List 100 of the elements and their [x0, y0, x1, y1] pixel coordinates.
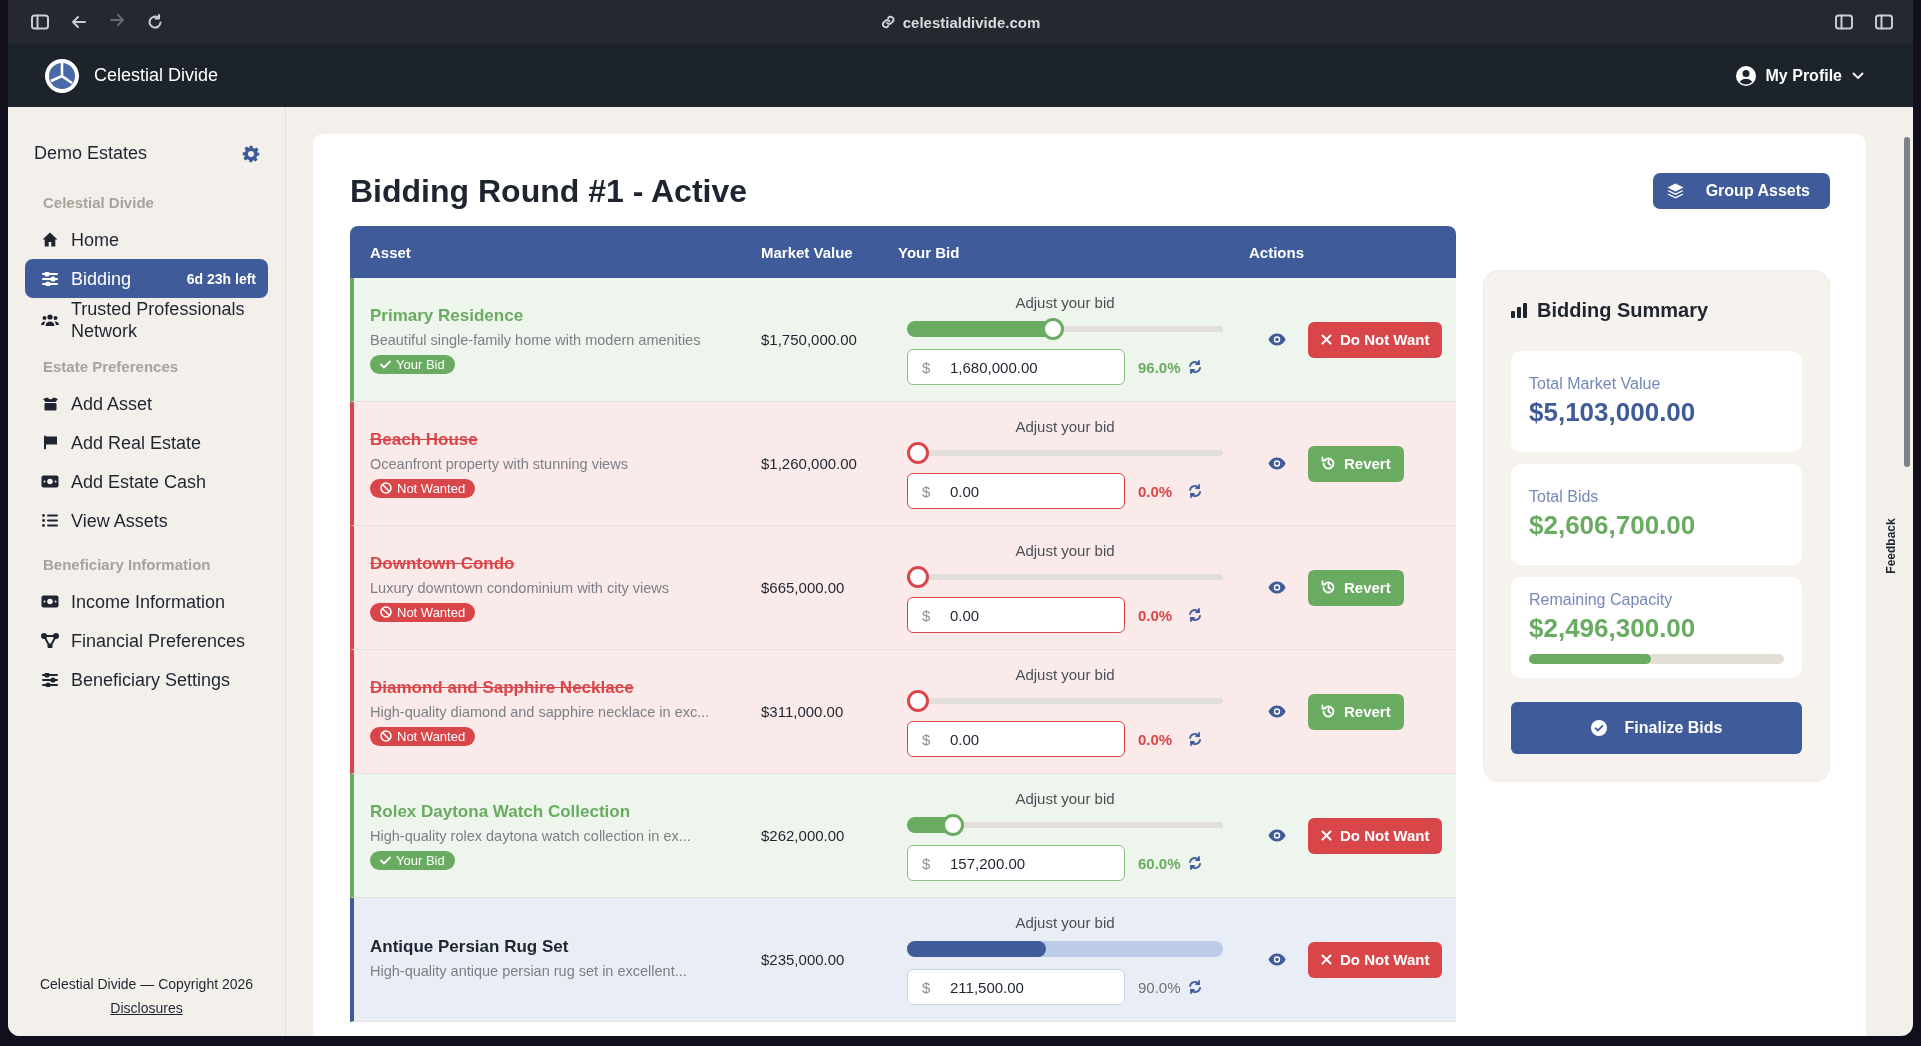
eye-icon[interactable]	[1268, 953, 1286, 966]
refresh-icon[interactable]	[1188, 980, 1202, 994]
scrollbar[interactable]	[1904, 137, 1910, 467]
column-header: Actions	[1248, 243, 1305, 261]
market-value: $665,000.00	[761, 579, 845, 596]
group-assets-button[interactable]: Group Assets	[1652, 173, 1830, 209]
feedback-tab[interactable]: Feedback	[1884, 516, 1898, 576]
asset-name: Diamond and Sapphire Necklace	[370, 677, 634, 698]
sliders-icon	[42, 271, 58, 286]
bid-slider[interactable]	[907, 318, 1223, 340]
eye-icon[interactable]	[1268, 581, 1286, 594]
nav-item[interactable]: Add Asset	[25, 384, 268, 423]
bid-percentage: 0.0%	[1138, 482, 1174, 500]
nav-item[interactable]: Trusted Professionals Network	[25, 298, 268, 342]
slider-thumb[interactable]	[907, 442, 929, 464]
copyright-text: Celestial Divide — Copyright 2026	[38, 975, 255, 994]
sliders-icon	[42, 672, 58, 687]
refresh-icon[interactable]	[1188, 856, 1202, 870]
asset-description: High-quality antique persian rug set in excellent...	[370, 962, 687, 981]
close-icon	[1321, 334, 1332, 345]
nav-item[interactable]: Beneficiary Settings	[25, 660, 268, 699]
reload-icon[interactable]	[147, 14, 163, 30]
column-header: Market Value	[760, 243, 854, 261]
slider-thumb[interactable]	[907, 690, 929, 712]
do-not-want-button[interactable]: Do Not Want	[1308, 941, 1443, 978]
back-icon[interactable]	[71, 14, 87, 30]
nav-item[interactable]: Income Information	[25, 582, 268, 621]
bid-slider[interactable]	[907, 442, 1223, 464]
slider-thumb[interactable]	[907, 566, 929, 588]
eye-icon[interactable]	[1268, 333, 1286, 346]
stat-label: Total Market Value	[1529, 375, 1662, 393]
section-heading: Estate Preferences	[43, 358, 180, 375]
do-not-want-button[interactable]: Do Not Want	[1308, 817, 1443, 854]
profile-menu[interactable]: My Profile	[1729, 64, 1870, 87]
asset-name: Downtown Condo	[370, 553, 515, 574]
nav-item[interactable]: Home	[25, 220, 268, 259]
section-heading: Celestial Divide	[43, 194, 155, 211]
address-bar[interactable]: celestialdivide.com	[902, 13, 1041, 31]
asset-name: Rolex Daytona Watch Collection	[370, 801, 631, 822]
slider-thumb[interactable]	[942, 814, 965, 836]
do-not-want-button[interactable]: Do Not Want	[1308, 321, 1443, 358]
eye-icon[interactable]	[1268, 457, 1286, 470]
refresh-icon[interactable]	[1188, 732, 1202, 746]
eye-icon[interactable]	[1268, 829, 1286, 842]
bid-field[interactable]: $ 211,500.00	[907, 969, 1125, 1005]
column-header: Asset	[369, 243, 412, 261]
disclosures-link[interactable]: Disclosures	[110, 1000, 183, 1016]
settings-icon[interactable]	[242, 144, 260, 163]
bid-field[interactable]: $ 157,200.00	[907, 845, 1125, 881]
nav-item[interactable]: Add Estate Cash	[25, 462, 268, 501]
bid-field[interactable]: $ 1,680,000.00	[907, 349, 1125, 385]
close-icon	[1321, 954, 1332, 965]
stat-label: Remaining Capacity	[1529, 591, 1674, 609]
forward-icon[interactable]	[109, 12, 125, 28]
check-icon	[380, 359, 391, 369]
slider-label: Adjust your bid	[1014, 541, 1116, 561]
eye-icon[interactable]	[1268, 705, 1286, 718]
ban-icon	[380, 606, 392, 618]
bid-field[interactable]: $ 0.00	[907, 597, 1125, 633]
user-icon	[1735, 65, 1756, 86]
history-icon	[1321, 704, 1336, 719]
slider-thumb[interactable]	[1042, 318, 1065, 340]
stat-label: Total Bids	[1529, 488, 1600, 506]
nav-item[interactable]: View Assets	[25, 501, 268, 540]
bid-slider[interactable]	[907, 566, 1223, 588]
close-icon	[1321, 830, 1332, 841]
refresh-icon[interactable]	[1188, 608, 1202, 622]
stat-value: $5,103,000.00	[1529, 397, 1697, 428]
nav-item[interactable]: Financial Preferences	[25, 621, 268, 660]
history-icon	[1321, 580, 1336, 595]
nav-item[interactable]: Add Real Estate	[25, 423, 268, 462]
chevron-down-icon	[1852, 71, 1864, 80]
asset-name: Antique Persian Rug Set	[370, 937, 569, 957]
logo-icon	[44, 57, 80, 94]
chart-icon	[1511, 303, 1527, 318]
status-badge: Not Wanted	[370, 478, 476, 498]
status-badge: Not Wanted	[370, 726, 476, 746]
status-badge: Your Bid	[370, 354, 455, 374]
bid-slider[interactable]	[907, 814, 1223, 836]
layers-icon	[1666, 183, 1684, 199]
bid-percentage: 0.0%	[1138, 606, 1174, 624]
list-icon	[42, 514, 58, 527]
refresh-icon[interactable]	[1188, 484, 1202, 498]
cash-icon	[41, 475, 59, 488]
status-badge: Not Wanted	[370, 602, 476, 622]
asset-name: Beach House	[370, 429, 478, 450]
history-icon	[1321, 456, 1336, 471]
page-title: Bidding Round #1 - Active	[350, 172, 748, 210]
nav-item[interactable]: Bidding 6d 23h left	[25, 259, 268, 298]
bid-slider[interactable]	[907, 690, 1223, 712]
refresh-icon[interactable]	[1188, 360, 1202, 374]
sidebar-toggle-icon[interactable]	[31, 14, 49, 30]
slider-label: Adjust your bid	[1014, 913, 1116, 933]
bid-slider[interactable]	[907, 938, 1223, 960]
bid-field[interactable]: $ 0.00	[907, 721, 1125, 757]
bid-percentage: 96.0%	[1138, 358, 1182, 376]
app-name: Celestial Divide	[94, 65, 219, 86]
box-icon	[41, 396, 59, 411]
bid-field[interactable]: $ 0.00	[907, 473, 1125, 509]
finalize-bids-button[interactable]: Finalize Bids	[1511, 702, 1802, 754]
